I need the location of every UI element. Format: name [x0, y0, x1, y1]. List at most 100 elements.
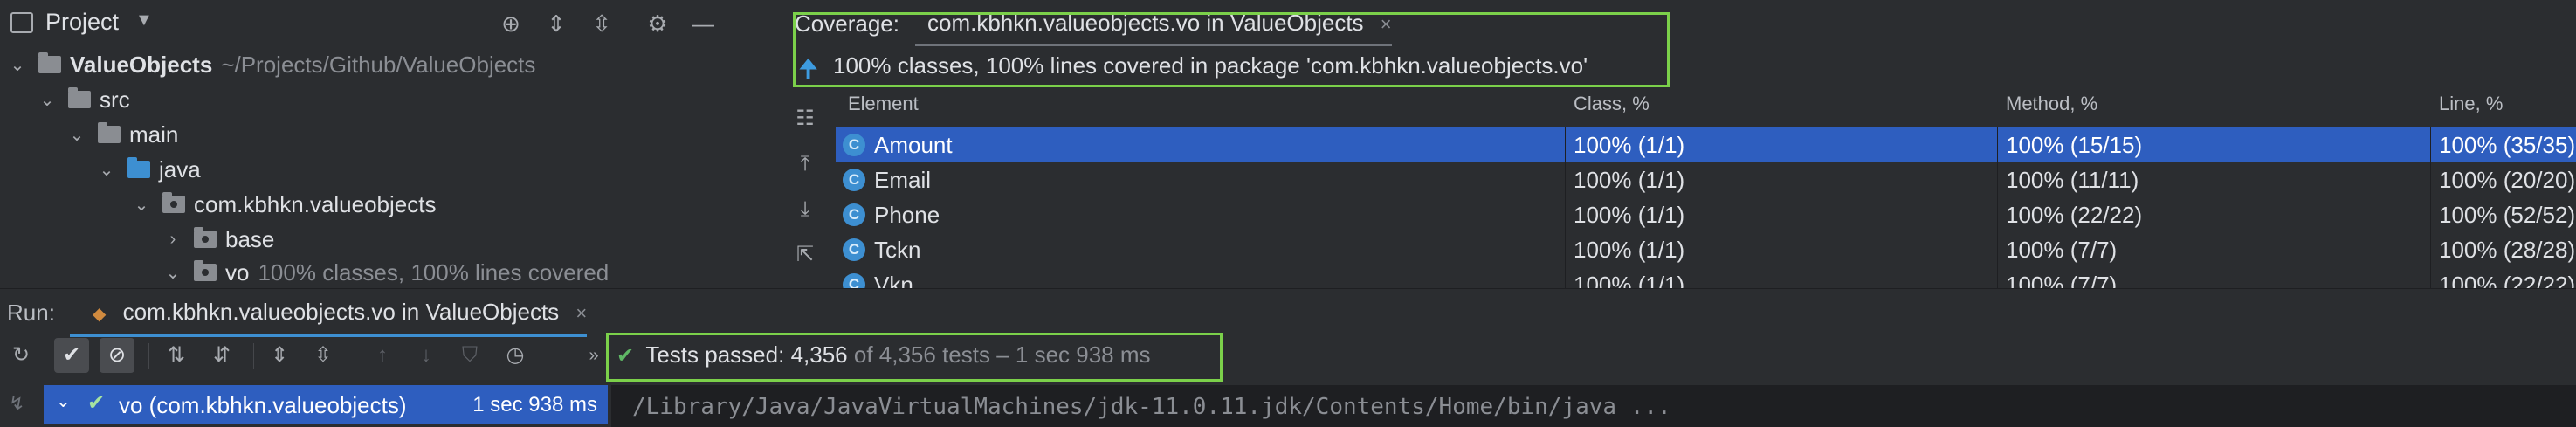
- row-class: 100% (1/1): [1574, 202, 1685, 228]
- package-icon: [162, 192, 185, 213]
- annotation-highlight: [606, 333, 1223, 382]
- table-row[interactable]: C Tckn 100% (1/1) 100% (7/7) 100% (28/28): [836, 232, 2576, 267]
- row-line: 100% (28/28): [2439, 237, 2576, 263]
- row-element: Tckn: [874, 237, 921, 263]
- tree-item-base[interactable]: › base: [0, 222, 775, 257]
- rerun-icon[interactable]: ↻: [3, 338, 38, 373]
- history-icon[interactable]: ◷: [498, 338, 533, 373]
- tree-item-package[interactable]: ⌄ com.kbhkn.valueobjects: [0, 187, 775, 222]
- pin-icon[interactable]: ↯: [9, 392, 24, 415]
- column-header-line[interactable]: Line, %: [2439, 87, 2503, 121]
- tree-item-label: ValueObjects: [70, 51, 213, 78]
- table-row[interactable]: C Vkn 100% (1/1) 100% (7/7) 100% (22/22): [836, 267, 2576, 288]
- flatten-packages-icon[interactable]: ☷: [791, 105, 819, 133]
- class-icon: C: [843, 134, 865, 157]
- class-icon: C: [843, 203, 865, 227]
- folder-icon: [68, 87, 91, 108]
- show-passed-icon[interactable]: ✔: [54, 338, 89, 373]
- collapse-all-icon[interactable]: ⇳: [589, 10, 615, 37]
- chevron-down-icon[interactable]: ⌄: [56, 390, 71, 412]
- column-header-class[interactable]: Class, %: [1574, 87, 1650, 121]
- tree-item-path: ~/Projects/Github/ValueObjects: [221, 51, 536, 78]
- row-method: 100% (7/7): [2006, 272, 2118, 288]
- console-output[interactable]: /Library/Java/JavaVirtualMachines/jdk-11…: [611, 385, 2576, 427]
- table-body: C Amount 100% (1/1) 100% (15/15) 100% (35…: [836, 127, 2576, 288]
- console-line: /Library/Java/JavaVirtualMachines/jdk-11…: [632, 394, 1671, 420]
- chevron-right-icon[interactable]: ›: [164, 230, 182, 250]
- close-icon[interactable]: ×: [575, 302, 587, 324]
- row-element: Phone: [874, 202, 940, 228]
- chevron-down-icon[interactable]: ⌄: [38, 89, 56, 111]
- minimize-icon[interactable]: —: [690, 10, 716, 37]
- collapse-all-icon[interactable]: ⇳: [306, 338, 341, 373]
- project-header: Project ▼ ⊕ ⇕ ⇳ ⚙ —: [0, 0, 775, 47]
- tree-item-main[interactable]: ⌄ main: [0, 117, 775, 152]
- go-down-icon[interactable]: ⤓: [791, 196, 819, 224]
- row-method: 100% (22/22): [2006, 202, 2143, 228]
- locate-icon[interactable]: ⊕: [498, 10, 524, 37]
- chevron-down-icon[interactable]: ⌄: [98, 159, 115, 181]
- chevron-down-icon[interactable]: ⌄: [164, 262, 182, 284]
- project-panel: Project ▼ ⊕ ⇕ ⇳ ⚙ — ⌄ ValueObjects ~/Pro…: [0, 0, 775, 288]
- tree-item-vo[interactable]: ⌄ vo 100% classes, 100% lines covered: [0, 257, 775, 288]
- row-element: Amount: [874, 132, 953, 158]
- table-row[interactable]: C Phone 100% (1/1) 100% (22/22) 100% (52/…: [836, 197, 2576, 232]
- chevron-down-icon[interactable]: ⌄: [133, 194, 150, 216]
- table-row[interactable]: C Email 100% (1/1) 100% (11/11) 100% (20/…: [836, 162, 2576, 197]
- run-panel: Run: ◆ com.kbhkn.valueobjects.vo in Valu…: [0, 288, 2576, 427]
- show-ignored-icon[interactable]: ⊘: [100, 338, 134, 373]
- class-icon: C: [843, 169, 865, 192]
- row-line: 100% (52/52): [2439, 202, 2576, 228]
- annotation-highlight: [793, 12, 1670, 87]
- tree-item-coverage: 100% classes, 100% lines covered: [258, 258, 610, 286]
- test-node-time: 1 sec 938 ms: [472, 393, 597, 417]
- sort-duration-icon[interactable]: ⇵: [204, 338, 239, 373]
- package-icon: [194, 260, 217, 281]
- row-class: 100% (1/1): [1574, 237, 1685, 263]
- tree-item-valueobjects[interactable]: ⌄ ValueObjects ~/Projects/Github/ValueOb…: [0, 47, 775, 82]
- gear-icon[interactable]: ⚙: [644, 10, 671, 37]
- class-icon: C: [843, 238, 865, 262]
- chevron-down-icon[interactable]: ⌄: [9, 54, 26, 76]
- next-failed-icon[interactable]: ↓: [409, 338, 444, 373]
- table-row[interactable]: C Amount 100% (1/1) 100% (15/15) 100% (35…: [836, 127, 2576, 162]
- table-header: Element Class, % Method, % Line, %: [836, 87, 2576, 121]
- row-line: 100% (20/20): [2439, 167, 2576, 193]
- column-header-element[interactable]: Element: [848, 87, 919, 121]
- tree-item-src[interactable]: ⌄ src: [0, 82, 775, 117]
- previous-failed-icon[interactable]: ↑: [365, 338, 400, 373]
- run-tab-label: com.kbhkn.valueobjects.vo in ValueObject…: [122, 299, 560, 325]
- module-folder-icon: [38, 52, 61, 73]
- check-icon: ✔: [87, 391, 106, 415]
- row-method: 100% (11/11): [2006, 167, 2139, 193]
- row-class: 100% (1/1): [1574, 272, 1685, 288]
- row-line: 100% (22/22): [2439, 272, 2576, 288]
- folder-icon: [98, 122, 121, 143]
- row-element: Vkn: [874, 272, 913, 288]
- export-icon[interactable]: ⇱: [791, 241, 819, 269]
- run-tab[interactable]: ◆ com.kbhkn.valueobjects.vo in ValueObje…: [70, 293, 588, 337]
- row-line: 100% (35/35): [2439, 132, 2576, 158]
- chevron-down-icon[interactable]: ▼: [135, 10, 153, 31]
- test-node-label: vo (com.kbhkn.valueobjects): [119, 392, 407, 418]
- go-up-icon[interactable]: ⤒: [791, 150, 819, 178]
- column-header-method[interactable]: Method, %: [2006, 87, 2097, 121]
- expand-all-icon[interactable]: ⇕: [262, 338, 297, 373]
- source-folder-icon: [127, 157, 150, 178]
- chevron-down-icon[interactable]: ⌄: [68, 124, 86, 146]
- tree-item-java[interactable]: ⌄ java: [0, 152, 775, 187]
- sort-alpha-icon[interactable]: ⇅: [159, 338, 194, 373]
- row-class: 100% (1/1): [1574, 167, 1685, 193]
- shield-icon[interactable]: ⛉: [452, 338, 487, 373]
- coverage-panel: Coverage: com.kbhkn.valueobjects.vo in V…: [775, 0, 2576, 288]
- tree-item-label: com.kbhkn.valueobjects: [194, 190, 437, 217]
- class-icon: C: [843, 273, 865, 288]
- row-method: 100% (7/7): [2006, 237, 2118, 263]
- tree-item-label: base: [225, 225, 275, 252]
- expand-all-icon[interactable]: ⇕: [543, 10, 569, 37]
- project-title[interactable]: Project: [45, 9, 119, 36]
- row-class: 100% (1/1): [1574, 132, 1685, 158]
- row-element: Email: [874, 167, 932, 193]
- test-node-vo[interactable]: ⌄ ✔ vo (com.kbhkn.valueobjects) 1 sec 93…: [44, 385, 608, 424]
- run-label: Run:: [7, 300, 55, 326]
